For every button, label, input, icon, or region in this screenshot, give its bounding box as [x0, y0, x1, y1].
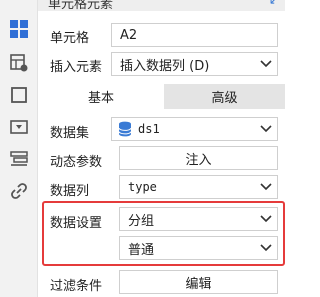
cell-attribute-icon[interactable]	[8, 52, 30, 74]
data-column-select[interactable]: type	[119, 175, 278, 199]
database-icon	[118, 121, 132, 137]
dataset-value: ds1	[138, 122, 160, 136]
insert-element-select[interactable]: 插入数据列 (D)	[111, 52, 278, 76]
tab-advanced[interactable]: 高级	[164, 84, 285, 109]
chevron-down-icon	[255, 176, 277, 198]
dataset-select[interactable]: ds1	[111, 117, 278, 141]
chevron-down-icon	[255, 53, 277, 75]
condition-attribute-icon[interactable]	[8, 148, 30, 170]
dataset-label: 数据集	[50, 126, 90, 141]
chevron-down-icon	[255, 208, 277, 230]
data-settings-select[interactable]: 分组	[119, 207, 278, 231]
tab-basic[interactable]: 基本	[38, 84, 164, 109]
chevron-down-icon	[255, 118, 277, 140]
pin-icon[interactable]: ↙	[269, 0, 279, 7]
cell-element-panel: 单元格元素 ↙ 单元格 A2 插入元素 插入数据列 (D) 基本 高级 数据集 …	[38, 0, 285, 297]
cell-input[interactable]: A2	[111, 23, 278, 47]
cell-value: A2	[120, 27, 138, 43]
insert-element-value: 插入数据列 (D)	[120, 58, 210, 74]
dynamic-params-label: 动态参数	[50, 155, 103, 170]
tab-advanced-label: 高级	[211, 91, 238, 106]
inject-button-label: 注入	[185, 152, 212, 168]
property-sidebar	[0, 0, 38, 297]
edit-filter-button-label: 编辑	[185, 276, 212, 292]
cell-label: 单元格	[50, 31, 90, 46]
cell-element-icon[interactable]	[8, 18, 30, 40]
edit-filter-button[interactable]: 编辑	[119, 270, 278, 294]
panel-title: 单元格元素	[48, 0, 114, 12]
hyperlink-icon[interactable]	[8, 180, 30, 202]
chevron-down-icon	[255, 237, 277, 259]
filter-label: 过滤条件	[50, 279, 103, 294]
widget-icon[interactable]	[8, 116, 30, 138]
panel-header: 单元格元素 ↙	[38, 0, 285, 12]
inject-button[interactable]: 注入	[119, 146, 278, 170]
insert-element-label: 插入元素	[50, 60, 103, 75]
data-settings-mode-value: 普通	[128, 242, 155, 258]
border-icon[interactable]	[8, 84, 30, 106]
data-settings-label: 数据设置	[50, 216, 103, 231]
data-settings-mode-select[interactable]: 普通	[119, 236, 278, 260]
data-column-label: 数据列	[50, 184, 90, 199]
tab-basic-label: 基本	[87, 91, 114, 106]
data-settings-value: 分组	[128, 213, 155, 229]
data-column-value: type	[128, 180, 157, 194]
